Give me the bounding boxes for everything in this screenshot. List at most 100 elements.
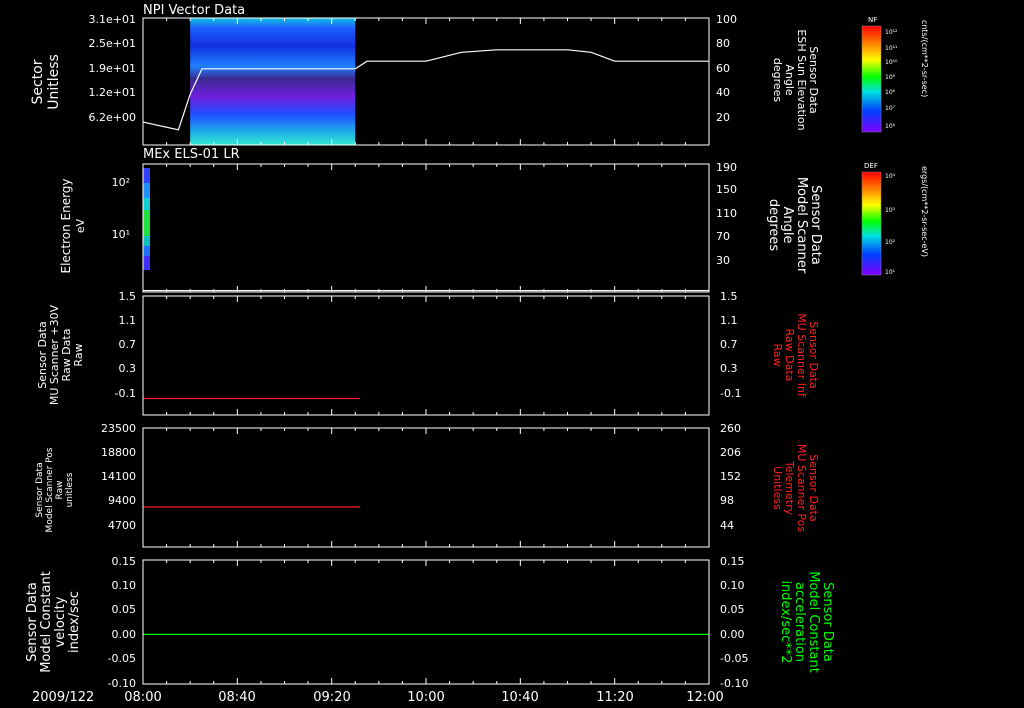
cb2-tick-2: 10² bbox=[885, 239, 896, 246]
p3-ytick-r-2: 0.7 bbox=[720, 338, 738, 351]
p1-ytick-l-1: 2.5e+01 bbox=[89, 37, 136, 50]
p1-ytick-r-3: 40 bbox=[716, 86, 730, 99]
p3-ytick-l-2: 0.7 bbox=[119, 338, 137, 351]
p4-ytick-l-1: 18800 bbox=[101, 446, 136, 459]
p5-ylabel-r-0: Sensor Data bbox=[820, 582, 835, 662]
p5-ytick-l-4: -0.05 bbox=[108, 652, 136, 665]
xtick-6: 12:00 bbox=[686, 690, 723, 705]
p1-ytick-r-4: 20 bbox=[716, 111, 730, 124]
p5-ylabel-l-0: Sensor Data bbox=[25, 582, 40, 662]
p5-ylabel-l-2: velocity bbox=[53, 596, 68, 647]
p1-ytick-r-2: 60 bbox=[716, 62, 730, 75]
p2-ytick-r-2: 110 bbox=[716, 207, 737, 220]
p1-ytick-l-2: 1.9e+01 bbox=[89, 62, 136, 75]
cb1-tick-3: 10⁹ bbox=[885, 74, 896, 81]
p5-ylabel-l-1: Model Constant bbox=[39, 571, 54, 673]
p5-ytick-r-2: 0.05 bbox=[720, 603, 745, 616]
p2-ylabel-l-1: eV bbox=[74, 218, 87, 233]
panel2-title: MEx ELS-01 LR bbox=[143, 147, 240, 162]
p5-ytick-r-4: -0.05 bbox=[720, 652, 748, 665]
cb1-tick-2: 10¹⁰ bbox=[885, 59, 898, 66]
colorbar2-units: ergs/(cm**2-sr-sec-eV) bbox=[920, 166, 929, 257]
p3-ylabel-r-3: Raw bbox=[771, 343, 784, 366]
cb2-tick-3: 10¹ bbox=[885, 269, 896, 276]
p4-ylabel-l-1: Model Scanner Pos bbox=[45, 447, 55, 532]
p2-ytick-r-1: 150 bbox=[716, 183, 737, 196]
p2-ylabel-r-1: Model Scanner bbox=[794, 177, 809, 274]
xtick-5: 11:20 bbox=[596, 690, 633, 705]
p5-ytick-r-0: 0.15 bbox=[720, 555, 745, 568]
p2-ytick-r-4: 30 bbox=[716, 254, 730, 267]
p4-ytick-r-2: 152 bbox=[720, 470, 741, 483]
p2-ylabel-r-2: Angle bbox=[780, 207, 795, 244]
panel5-frame bbox=[142, 559, 710, 685]
p1-ylabel-r-3: degrees bbox=[771, 58, 784, 103]
xtick-4: 10:40 bbox=[501, 690, 538, 705]
p2-ytick-l-0: 10² bbox=[112, 176, 130, 189]
p4-ytick-l-3: 9400 bbox=[108, 494, 136, 507]
p1-ytick-l-4: 6.2e+00 bbox=[89, 111, 136, 124]
p3-ytick-r-3: 0.3 bbox=[720, 362, 738, 375]
p3-ytick-r-4: -0.1 bbox=[720, 387, 741, 400]
date-label: 2009/122 bbox=[32, 690, 94, 705]
cb2-tick-0: 10⁴ bbox=[885, 173, 896, 180]
panel4-frame bbox=[142, 427, 710, 548]
colorbar1-label: NF bbox=[868, 16, 877, 24]
p4-ytick-l-0: 23500 bbox=[101, 422, 136, 435]
cb1-tick-1: 10¹¹ bbox=[885, 45, 898, 52]
panel1-title: NPI Vector Data bbox=[143, 3, 245, 18]
p5-ylabel-r-2: acceleration bbox=[792, 582, 807, 662]
p5-ytick-r-1: 0.10 bbox=[720, 579, 745, 592]
p3-ytick-l-3: 0.3 bbox=[119, 362, 137, 375]
p4-ytick-r-4: 44 bbox=[720, 519, 734, 532]
panel2-frame bbox=[142, 163, 710, 293]
xtick-0: 08:00 bbox=[124, 690, 161, 705]
p2-ylabel-r-3: degrees bbox=[766, 199, 781, 252]
p5-ylabel-r-1: Model Constant bbox=[806, 571, 821, 673]
p3-ytick-r-0: 1.5 bbox=[720, 290, 738, 303]
p5-ylabel-l-3: index/sec bbox=[67, 591, 82, 653]
p2-ylabel-r-0: Sensor Data bbox=[808, 185, 823, 265]
p5-ytick-l-2: 0.05 bbox=[112, 603, 137, 616]
cb2-tick-1: 10³ bbox=[885, 207, 896, 214]
cb1-tick-0: 10¹² bbox=[885, 29, 898, 36]
p3-ytick-l-4: -0.1 bbox=[115, 387, 136, 400]
p4-ylabel-r-3: Unitless bbox=[771, 466, 784, 510]
p1-ytick-r-1: 80 bbox=[716, 37, 730, 50]
colorbar1-units: cnts/(cm**2-sr-sec) bbox=[920, 20, 929, 97]
p4-ylabel-l-0: Sensor Data bbox=[35, 462, 45, 517]
p4-ylabel-l-2: Raw bbox=[55, 481, 65, 500]
cb1-tick-4: 10⁸ bbox=[885, 89, 896, 96]
p4-ytick-r-0: 260 bbox=[720, 422, 741, 435]
p3-ytick-r-1: 1.1 bbox=[720, 314, 738, 327]
p5-ytick-r-5: -0.10 bbox=[720, 677, 748, 690]
p4-ytick-r-1: 206 bbox=[720, 446, 741, 459]
p2-ytick-r-3: 70 bbox=[716, 230, 730, 243]
els-spectrogram bbox=[143, 168, 150, 270]
p1-ytick-l-3: 1.2e+01 bbox=[89, 86, 136, 99]
p1-ylabel-l-0: Sector bbox=[30, 59, 46, 104]
p4-ytick-r-3: 98 bbox=[720, 494, 734, 507]
p5-ytick-r-3: 0.00 bbox=[720, 628, 745, 641]
p1-ytick-l-0: 3.1e+01 bbox=[89, 13, 136, 26]
colorbar2-label: DEF bbox=[864, 162, 878, 170]
xtick-1: 08:40 bbox=[218, 690, 255, 705]
p5-ytick-l-3: 0.00 bbox=[112, 628, 137, 641]
xtick-2: 09:20 bbox=[313, 690, 350, 705]
p1-ytick-r-0: 100 bbox=[716, 13, 737, 26]
cb1-tick-6: 10⁶ bbox=[885, 123, 896, 130]
p2-ytick-r-0: 190 bbox=[716, 161, 737, 174]
colorbar-nf bbox=[861, 25, 882, 133]
colorbar-def bbox=[861, 171, 882, 276]
p1-ylabel-l-1: Unitless bbox=[46, 54, 62, 110]
p5-ylabel-r-3: index/sec**2 bbox=[778, 580, 793, 663]
npi-spectrogram bbox=[190, 18, 356, 145]
multi-panel-plot: NPI Vector Data 3.1e+01 2.5e+01 1.9e+01 … bbox=[25, 3, 929, 705]
cb1-tick-5: 10⁷ bbox=[885, 105, 896, 112]
p4-ytick-l-2: 14100 bbox=[101, 470, 136, 483]
p3-ytick-l-0: 1.5 bbox=[119, 290, 137, 303]
xtick-3: 10:00 bbox=[407, 690, 444, 705]
p4-ytick-l-4: 4700 bbox=[108, 519, 136, 532]
p3-ytick-l-1: 1.1 bbox=[119, 314, 137, 327]
p2-ylabel-l-0: Electron Energy bbox=[59, 178, 73, 273]
